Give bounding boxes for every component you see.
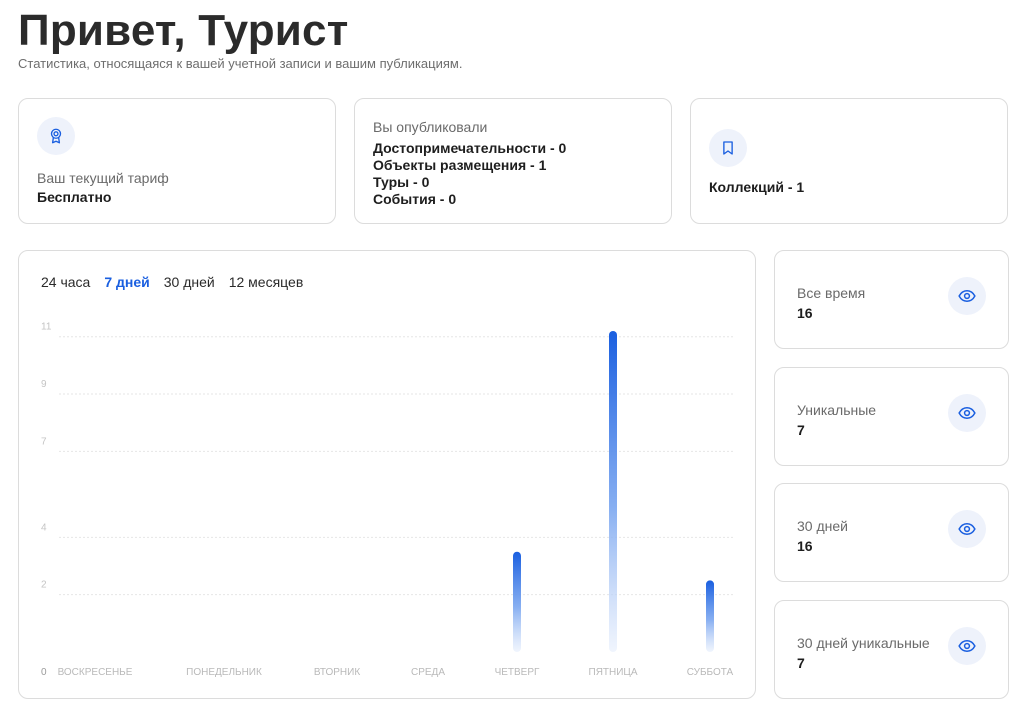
stat-value: 7 xyxy=(797,422,805,438)
stat-label: Уникальные xyxy=(797,402,877,418)
published-label: Вы опубликовали xyxy=(373,119,488,135)
tab-30-days[interactable]: 30 дней xyxy=(164,274,215,290)
award-icon xyxy=(37,117,75,155)
y-tick-label: 7 xyxy=(41,436,47,447)
stat-label: Все время xyxy=(797,285,866,301)
x-tick-label: ВОСКРЕСЕНЬЕ xyxy=(58,667,133,678)
stat-value: 7 xyxy=(797,655,805,671)
x-tick-label: СРЕДА xyxy=(411,667,445,678)
bookmark-icon xyxy=(709,129,747,167)
tab-7-days[interactable]: 7 дней xyxy=(104,274,149,290)
y-tick-label: 4 xyxy=(41,522,47,533)
y-tick-label: 9 xyxy=(41,379,47,390)
eye-icon xyxy=(948,277,986,315)
views-chart: 0 2 4 7 9 11 ВОСКРЕСЕНЬЕ ПОНЕДЕЛЬНИК ВТОРНИК СРЕД… xyxy=(41,322,735,678)
tab-12-months[interactable]: 12 месяцев xyxy=(229,274,304,290)
tariff-card: Ваш текущий тариф Бесплатно xyxy=(18,98,336,224)
collections-value: Коллекций - 1 xyxy=(709,179,805,195)
stat-label: 30 дней xyxy=(797,518,848,534)
y-tick-label: 11 xyxy=(41,322,52,333)
tab-24-hours[interactable]: 24 часа xyxy=(41,274,90,290)
x-tick-label: ПЯТНИЦА xyxy=(589,667,638,678)
y-tick-label: 0 xyxy=(41,667,47,678)
published-item-accommodation: Объекты размещения - 1 xyxy=(373,157,547,173)
published-item-attractions: Достопримечательности - 0 xyxy=(373,140,567,156)
views-chart-card: 0 2 4 7 9 11 ВОСКРЕСЕНЬЕ ПОНЕДЕЛЬНИК ВТОРНИК СРЕД… xyxy=(18,250,756,699)
published-item-tours: Туры - 0 xyxy=(373,174,430,190)
stat-card-all-time: Все время 16 xyxy=(774,250,1009,349)
tariff-value: Бесплатно xyxy=(37,189,112,205)
bar-6[interactable] xyxy=(706,580,714,652)
eye-icon xyxy=(948,510,986,548)
stat-card-30-days-unique: 30 дней уникальные 7 xyxy=(774,600,1009,699)
stat-label: 30 дней уникальные xyxy=(797,635,930,651)
published-item-events: События - 0 xyxy=(373,191,457,207)
x-tick-label: ПОНЕДЕЛЬНИК xyxy=(186,667,262,678)
eye-icon xyxy=(948,627,986,665)
period-tabs: 24 часа 7 дней 30 дней 12 месяцев xyxy=(41,274,303,290)
bar-4[interactable] xyxy=(513,551,521,652)
y-tick-label: 2 xyxy=(41,580,47,591)
x-tick-label: ВТОРНИК xyxy=(314,667,361,678)
stat-value: 16 xyxy=(797,538,813,554)
stat-card-unique: Уникальные 7 xyxy=(774,367,1009,466)
published-list: Достопримечательности - 0 Объекты размещ… xyxy=(373,140,566,208)
stat-card-30-days: 30 дней 16 xyxy=(774,483,1009,582)
x-tick-label: ЧЕТВЕРГ xyxy=(495,667,540,678)
published-card: Вы опубликовали Достопримечательности - … xyxy=(354,98,672,224)
eye-icon xyxy=(948,394,986,432)
bar-5[interactable] xyxy=(609,331,617,652)
collections-card[interactable]: Коллекций - 1 xyxy=(690,98,1008,224)
stat-value: 16 xyxy=(797,305,813,321)
page-title: Привет, Турист xyxy=(18,6,349,55)
page-subtitle: Статистика, относящаяся к вашей учетной … xyxy=(18,56,463,71)
x-tick-label: СУББОТА xyxy=(687,667,734,678)
tariff-label: Ваш текущий тариф xyxy=(37,170,169,186)
